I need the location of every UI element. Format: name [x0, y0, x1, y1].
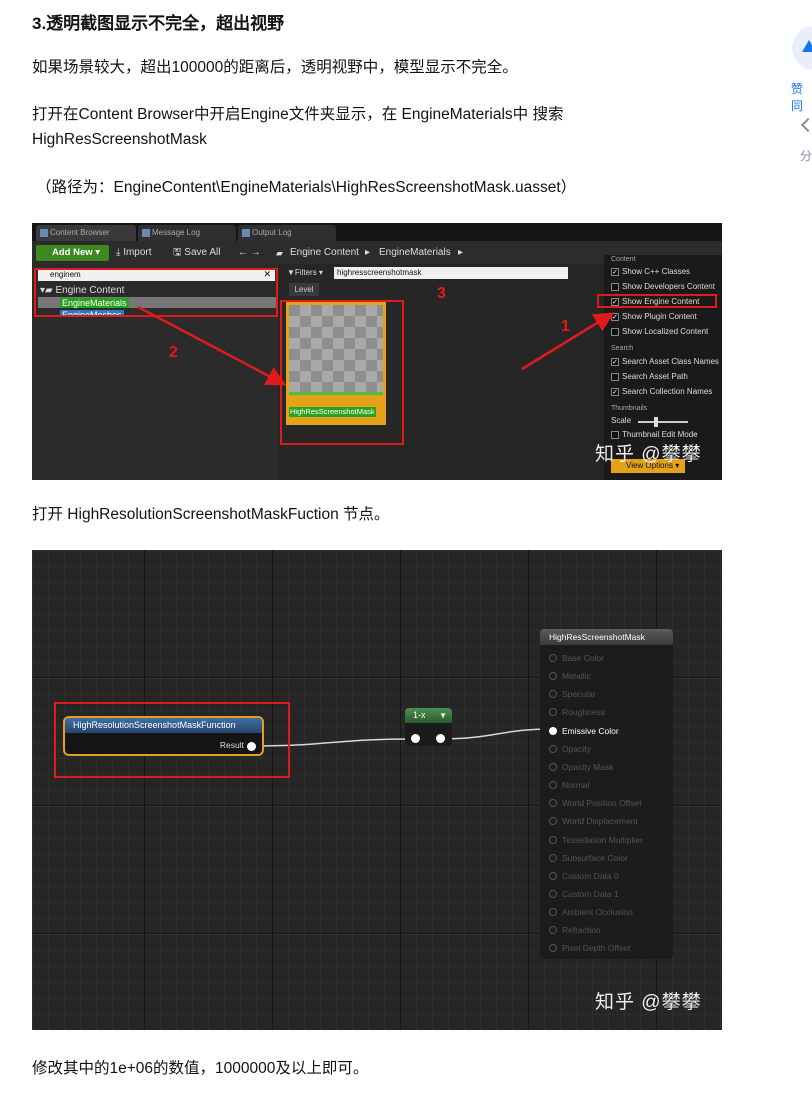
output-node-pin[interactable]	[549, 762, 557, 771]
output-node-pin[interactable]	[549, 708, 557, 717]
paragraph-5: 修改其中的1e+06的数值，1000000及以上即可。	[32, 1060, 369, 1077]
output-node-pin[interactable]	[549, 926, 557, 935]
node-title: HighResScreenshotMask	[540, 629, 673, 645]
output-node-pin-label: Custom Data 1	[562, 888, 619, 899]
output-node-pin-label: Ambient Occlusion	[562, 907, 633, 918]
output-node-pin-label: World Position Offset	[562, 798, 642, 809]
material-output-node[interactable]: HighResScreenshotMask Base Color Metallic…	[540, 629, 673, 959]
share-icon[interactable]	[800, 117, 812, 133]
collapse-arrow-icon[interactable]: ▼	[439, 708, 447, 723]
output-node-pin[interactable]	[549, 744, 557, 753]
output-node-pin[interactable]	[549, 781, 557, 790]
input-pin[interactable]	[411, 734, 420, 743]
output-node-pin[interactable]	[549, 799, 557, 808]
output-node-pin-label: Tessellation Multiplier	[562, 834, 643, 845]
output-node-pin-label: Normal	[562, 780, 590, 791]
output-node-pin[interactable]	[549, 908, 557, 917]
one-minus-node[interactable]: 1-x ▼	[405, 708, 452, 746]
output-node-pin-label: Specular	[562, 689, 596, 700]
watermark: 知乎 @攀攀	[595, 992, 702, 1013]
output-node-pin[interactable]	[549, 871, 557, 880]
paragraph-2-line-2: HighResScreenshotMask	[32, 131, 207, 148]
output-node-pin[interactable]	[549, 690, 557, 699]
output-node-pin-label: Roughness	[562, 707, 606, 718]
watermark: 知乎 @攀攀	[595, 444, 702, 465]
content-browser-screenshot: Content Browser Message Log Output Log A…	[32, 223, 722, 480]
output-node-pin[interactable]	[549, 654, 557, 662]
output-node-pin-label: Custom Data 0	[562, 870, 619, 881]
output-node-pin-label: Subsurface Color	[562, 852, 628, 863]
output-node-pin-label: World Displacement	[562, 816, 638, 827]
output-node-pin-label: Base Color	[562, 653, 605, 663]
output-node-pin[interactable]	[549, 944, 557, 953]
output-node-pin-label: Pixel Depth Offset	[562, 943, 631, 954]
upvote-button[interactable]	[792, 26, 812, 70]
output-node-pin-label: Refraction	[562, 925, 601, 936]
output-node-pin[interactable]	[549, 726, 557, 735]
node-title: 1-x ▼	[405, 708, 452, 723]
output-node-pin-label: Opacity	[562, 743, 591, 754]
output-pin[interactable]	[436, 734, 445, 743]
paragraph-1: 如果场景较大，超出100000的距离后，透明视野中，模型显示不完全。	[32, 59, 518, 76]
output-node-pin-label: Emissive Color	[562, 725, 619, 736]
output-node-pin[interactable]	[549, 889, 557, 898]
output-node-pin-label: Metallic	[562, 671, 591, 682]
output-node-pin-label: Opacity Mask	[562, 761, 614, 772]
output-node-pin[interactable]	[549, 853, 557, 862]
upvote-label[interactable]: 赞同	[791, 80, 812, 114]
output-node-pin[interactable]	[549, 672, 557, 681]
output-node-pin[interactable]	[549, 817, 557, 826]
paragraph-4: 打开 HighResolutionScreenshotMaskFuction 节…	[32, 506, 390, 523]
output-node-pin[interactable]	[549, 835, 557, 844]
annotation-box-function-node	[54, 702, 290, 778]
share-label[interactable]: 分	[800, 147, 812, 164]
path-note: （路径为：EngineContent\EngineMaterials\HighR…	[36, 179, 577, 196]
paragraph-2-line-1: 打开在Content Browser中开启Engine文件夹显示，在 Engin…	[32, 106, 564, 123]
section-heading: 3.透明截图显示不完全，超出视野	[32, 14, 285, 33]
material-graph-screenshot: HighResolutionScreenshotMaskFunction Res…	[32, 550, 722, 1030]
upvote-icon	[802, 40, 812, 52]
